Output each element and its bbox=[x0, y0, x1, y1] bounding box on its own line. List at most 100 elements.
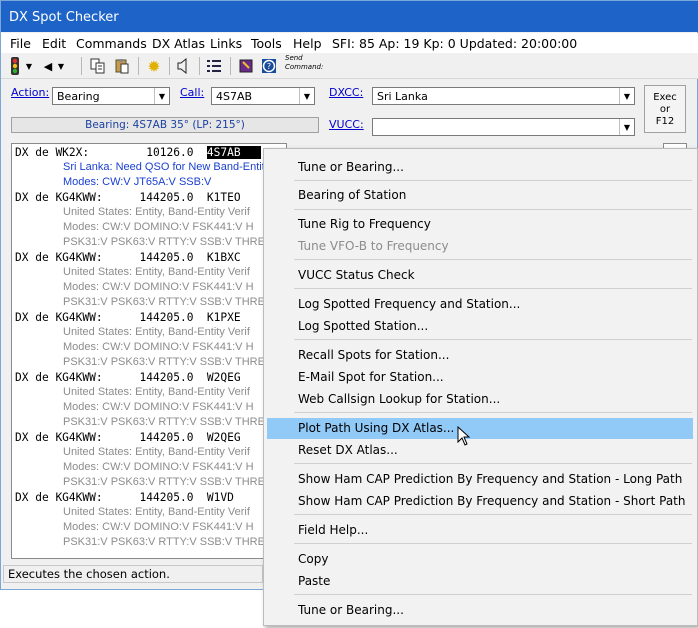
menu-separator bbox=[294, 288, 692, 289]
context-menu: Tune or Bearing... Bearing of Station Tune… bbox=[263, 148, 698, 626]
menu-item-plot-path-dx-atlas[interactable]: Plot Path Using DX Atlas... bbox=[267, 418, 693, 439]
spot-frequency: 144205.0 bbox=[139, 491, 194, 504]
speaker-icon[interactable] bbox=[173, 56, 193, 76]
action-combo[interactable]: Bearing ▼ bbox=[52, 87, 170, 105]
menu-item-bearing-of-station[interactable]: Bearing of Station bbox=[267, 185, 693, 206]
menu-item-reset-dx-atlas[interactable]: Reset DX Atlas... bbox=[267, 440, 693, 461]
window-title: DX Spot Checker bbox=[9, 10, 119, 25]
spot-spotter: KG4KWW: bbox=[55, 191, 103, 204]
spot-row[interactable]: DX de KG4KWW: 144205.0 W2QEG bbox=[15, 431, 241, 444]
spot-detail: United States: Entity, Band-Entity Verif bbox=[63, 266, 250, 278]
menu-item-email-spot[interactable]: E-Mail Spot for Station... bbox=[267, 367, 693, 388]
menu-item-field-help[interactable]: Field Help... bbox=[267, 520, 693, 541]
menu-help[interactable]: Help bbox=[293, 36, 322, 51]
menu-item-vucc-status-check[interactable]: VUCC Status Check bbox=[267, 265, 693, 286]
menu-separator bbox=[294, 209, 692, 210]
menu-commands[interactable]: Commands bbox=[76, 36, 147, 51]
spot-callsign[interactable]: K1PXE bbox=[207, 311, 241, 324]
menu-item-web-callsign-lookup[interactable]: Web Callsign Lookup for Station... bbox=[267, 389, 693, 410]
spot-callsign[interactable]: K1BXC bbox=[207, 251, 241, 264]
help-icon[interactable]: ? bbox=[259, 56, 279, 76]
spot-row[interactable]: DX de KG4KWW: 144205.0 W2QEG bbox=[15, 371, 241, 384]
copy-icon[interactable] bbox=[88, 56, 108, 76]
sun-icon[interactable]: ✹ bbox=[144, 56, 164, 76]
spot-spotter: WK2X: bbox=[55, 146, 90, 159]
spot-frequency: 144205.0 bbox=[139, 191, 194, 204]
menu-separator bbox=[294, 180, 692, 181]
menu-separator bbox=[294, 412, 692, 413]
spot-row[interactable]: DX de KG4KWW: 144205.0 W1VD bbox=[15, 491, 234, 504]
spot-frequency: 144205.0 bbox=[139, 311, 194, 324]
menu-item-tune-vfo-b: Tune VFO-B to Frequency bbox=[298, 239, 449, 253]
toolbar-separator-4 bbox=[199, 57, 200, 75]
spot-row[interactable]: DX de KG4KWW: 144205.0 K1BXC bbox=[15, 251, 241, 264]
spot-callsign[interactable]: W1VD bbox=[207, 491, 234, 504]
menu-separator bbox=[294, 543, 692, 544]
paste-icon[interactable] bbox=[112, 56, 132, 76]
spot-detail: United States: Entity, Band-Entity Verif bbox=[63, 506, 250, 518]
chevron-down-icon[interactable]: ▼ bbox=[619, 119, 634, 135]
action-label: Action: bbox=[11, 86, 50, 99]
menu-item-hamcap-long-path[interactable]: Show Ham CAP Prediction By Frequency and… bbox=[267, 469, 693, 490]
spot-frequency: 10126.0 bbox=[146, 146, 194, 159]
spot-spotter: KG4KWW: bbox=[55, 491, 103, 504]
menu-item-paste[interactable]: Paste bbox=[267, 571, 693, 592]
spot-callsign[interactable]: W2QEG bbox=[207, 431, 241, 444]
spot-row[interactable]: DX de WK2X: 10126.0 4S7AB bbox=[15, 146, 261, 159]
spot-callsign[interactable]: K1TEO bbox=[207, 191, 241, 204]
menu-item-recall-spots[interactable]: Recall Spots for Station... bbox=[267, 345, 693, 366]
spot-row[interactable]: DX de KG4KWW: 144205.0 K1TEO bbox=[15, 191, 241, 204]
menu-item-log-frequency-and-station[interactable]: Log Spotted Frequency and Station... bbox=[267, 294, 693, 315]
spot-detail: Modes: CW:V DOMINO:V FSK441:V H bbox=[63, 461, 254, 473]
spot-callsign[interactable]: W2QEG bbox=[207, 371, 241, 384]
menu-file[interactable]: File bbox=[10, 36, 31, 51]
dropdown-arrow-icon[interactable]: ▼ bbox=[23, 56, 35, 76]
grid-icon[interactable] bbox=[204, 56, 224, 76]
menu-bar: File Edit Commands DX Atlas Links Tools … bbox=[1, 33, 698, 53]
spot-frequency: 144205.0 bbox=[139, 431, 194, 444]
back-arrow-icon[interactable]: ◀ bbox=[41, 56, 55, 76]
menu-item-tune-or-bearing[interactable]: Tune or Bearing... bbox=[267, 157, 693, 178]
spot-frequency: 144205.0 bbox=[139, 251, 194, 264]
menu-item-tune-or-bearing-bottom[interactable]: Tune or Bearing... bbox=[267, 600, 693, 621]
dxcc-label: DXCC: bbox=[329, 86, 364, 99]
menu-item-tune-rig-to-frequency[interactable]: Tune Rig to Frequency bbox=[267, 214, 693, 235]
menu-links[interactable]: Links bbox=[210, 36, 242, 51]
spot-prefix: DX de bbox=[15, 371, 49, 384]
exec-button[interactable]: Exec or F12 bbox=[644, 85, 686, 133]
send-command-label: Send Command: bbox=[285, 54, 324, 71]
chevron-down-icon[interactable]: ▼ bbox=[154, 88, 169, 104]
traffic-light-icon[interactable] bbox=[5, 56, 25, 76]
menu-item-log-station[interactable]: Log Spotted Station... bbox=[267, 316, 693, 337]
vucc-combo[interactable]: ▼ bbox=[372, 118, 635, 136]
spot-prefix: DX de bbox=[15, 191, 49, 204]
menu-item-copy[interactable]: Copy bbox=[267, 549, 693, 570]
spot-row[interactable]: DX de KG4KWW: 144205.0 K1PXE bbox=[15, 311, 241, 324]
menu-dx-atlas[interactable]: DX Atlas bbox=[152, 36, 205, 51]
menu-separator bbox=[294, 259, 692, 260]
chevron-down-icon[interactable]: ▼ bbox=[619, 88, 634, 104]
spot-detail: PSK31:V PSK63:V RTTY:V SSB:V THRE bbox=[63, 476, 265, 488]
spot-detail: United States: Entity, Band-Entity Verif bbox=[63, 446, 250, 458]
book-icon[interactable] bbox=[236, 56, 256, 76]
menu-tools[interactable]: Tools bbox=[251, 36, 282, 51]
menu-edit[interactable]: Edit bbox=[42, 36, 66, 51]
chevron-down-icon[interactable]: ▼ bbox=[299, 88, 314, 104]
menu-item-hamcap-short-path[interactable]: Show Ham CAP Prediction By Frequency and… bbox=[267, 491, 693, 512]
call-label: Call: bbox=[180, 86, 205, 99]
spot-spotter: KG4KWW: bbox=[55, 311, 103, 324]
dropdown-arrow-icon-2[interactable]: ▼ bbox=[55, 56, 67, 76]
svg-text:?: ? bbox=[267, 62, 271, 71]
spot-detail: Sri Lanka: Need QSO for New Band-Entit bbox=[63, 161, 265, 173]
dxcc-combo[interactable]: Sri Lanka ▼ bbox=[372, 87, 635, 105]
toolbar-separator-5 bbox=[230, 57, 231, 75]
spot-prefix: DX de bbox=[15, 251, 49, 264]
menu-separator bbox=[294, 594, 692, 595]
spot-list[interactable]: DX de WK2X: 10126.0 4S7AB Sri Lanka: Need … bbox=[11, 143, 287, 559]
call-combo[interactable]: 4S7AB ▼ bbox=[211, 87, 315, 105]
title-bar: DX Spot Checker bbox=[1, 1, 698, 32]
spot-callsign[interactable]: 4S7AB bbox=[206, 146, 261, 159]
propagation-status: SFI: 85 Ap: 19 Kp: 0 Updated: 20:00:00 bbox=[332, 36, 578, 51]
spot-frequency: 144205.0 bbox=[139, 371, 194, 384]
spot-detail: United States: Entity, Band-Entity Verif bbox=[63, 206, 250, 218]
